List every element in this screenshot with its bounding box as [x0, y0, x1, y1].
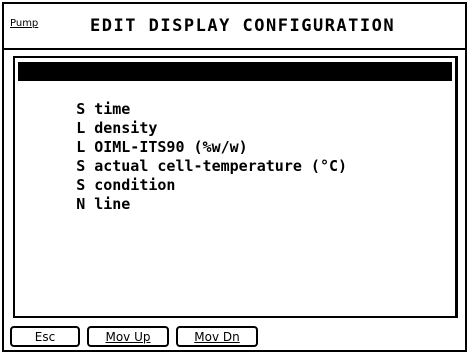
list-item[interactable]: Sactual cell-temperature (°C): [18, 138, 452, 175]
esc-button-label: Esc: [34, 329, 56, 344]
move-down-button-label: Mov Dn: [194, 329, 240, 344]
list-item[interactable]: Sdate: [18, 62, 452, 99]
display-config-list: Sdate Stime Ldensity L OIML-ITS90 (%w/w) …: [13, 56, 458, 318]
move-up-button[interactable]: Mov Up: [87, 326, 169, 347]
list-item[interactable]: Nline: [18, 176, 452, 213]
display-window: Pump EDIT DISPLAY CONFIGURATION Sdate St…: [2, 2, 467, 352]
list-item[interactable]: L OIML-ITS90 (%w/w): [18, 119, 452, 156]
list-item[interactable]: Scondition: [18, 157, 452, 194]
list-item[interactable]: Ldensity: [18, 100, 452, 137]
move-down-button[interactable]: Mov Dn: [176, 326, 258, 347]
item-flag: N: [76, 195, 86, 213]
page-title: EDIT DISPLAY CONFIGURATION: [90, 16, 396, 36]
esc-button[interactable]: Esc: [10, 326, 80, 347]
pump-menu-label[interactable]: Pump: [10, 18, 38, 29]
move-up-button-label: Mov Up: [105, 329, 151, 344]
title-bar: Pump EDIT DISPLAY CONFIGURATION: [4, 4, 465, 50]
list-item[interactable]: Stime: [18, 81, 452, 118]
item-label: line: [94, 195, 131, 213]
